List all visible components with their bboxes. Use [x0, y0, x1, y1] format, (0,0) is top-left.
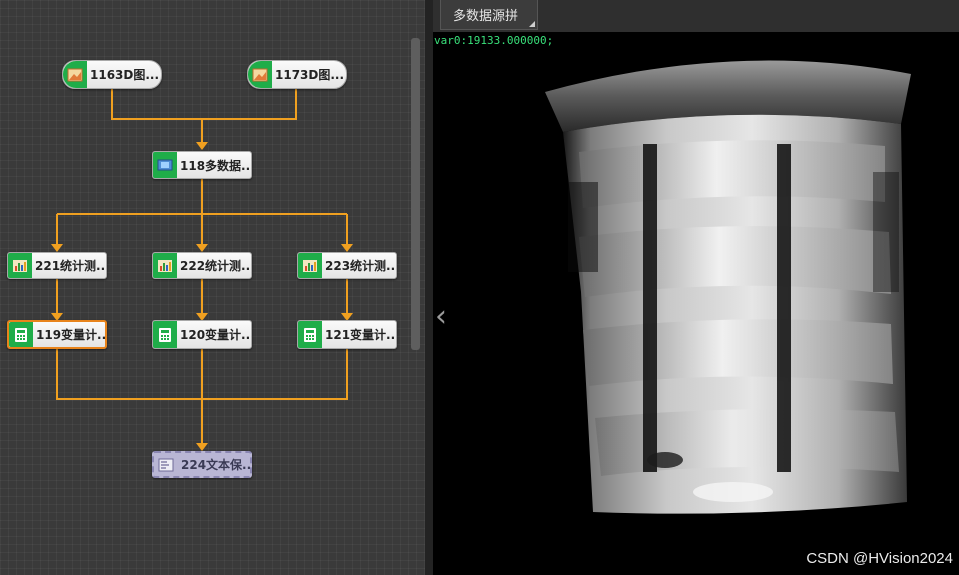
image-viewer[interactable]: 多数据源拼 var0:19133.000000; ‹ CSDN @HVision… [433, 0, 959, 575]
stats-chart-icon [153, 253, 177, 278]
prev-image-chevron-icon[interactable]: ‹ [435, 302, 447, 332]
stats-chart-icon [8, 253, 32, 278]
tab-label: 多数据源拼 [453, 9, 519, 24]
wire-116-117-merge [111, 88, 297, 120]
node-223-statistics[interactable]: 223统计测... [297, 252, 397, 279]
image-3d-icon [63, 61, 87, 88]
node-label: 222统计测... [180, 259, 251, 273]
node-label: 1163D图... [90, 68, 160, 82]
text-save-icon [154, 453, 178, 476]
node-117-3d-image[interactable]: 1173D图... [247, 60, 347, 89]
watermark: CSDN @HVision2024 [806, 550, 953, 567]
multi-source-icon [153, 152, 177, 178]
panel-splitter[interactable] [425, 0, 433, 575]
arrow-224 [196, 443, 208, 451]
calculator-icon [153, 321, 177, 348]
calculator-icon [298, 321, 322, 348]
stats-chart-icon [298, 253, 322, 278]
flow-canvas[interactable]: 1163D图... 1173D图... 118多数据... 221统计测... … [0, 0, 425, 575]
node-label: 120变量计... [180, 328, 251, 342]
arrow-223 [341, 244, 353, 252]
node-120-variable-calc[interactable]: 120变量计... [152, 320, 252, 349]
canvas-scrollbar[interactable] [411, 38, 420, 350]
node-label: 121变量计... [325, 328, 396, 342]
node-221-statistics[interactable]: 221统计测... [7, 252, 107, 279]
tab-multi-source-stitch[interactable]: 多数据源拼 [440, 0, 538, 30]
node-label: 223统计测... [325, 259, 396, 273]
node-116-3d-image[interactable]: 1163D图... [62, 60, 162, 89]
node-label: 118多数据... [180, 158, 251, 173]
node-118-multi-source[interactable]: 118多数据... [152, 151, 252, 179]
arrow-118 [196, 142, 208, 150]
arrow-222 [196, 244, 208, 252]
node-119-variable-calc[interactable]: 119变量计... [7, 320, 107, 349]
node-label: 119变量计... [36, 328, 105, 342]
part-ring-4 [595, 409, 899, 476]
node-label: 224文本保... [181, 458, 250, 472]
node-222-statistics[interactable]: 222统计测... [152, 252, 252, 279]
variable-readout: var0:19133.000000; [434, 34, 554, 47]
point-cloud-render [545, 60, 911, 514]
viewer-tab-bar: 多数据源拼 [433, 0, 959, 32]
tab-dropdown-icon[interactable] [529, 21, 535, 27]
node-label: 221统计测... [35, 259, 106, 273]
node-224-text-save[interactable]: 224文本保... [152, 451, 252, 478]
node-121-variable-calc[interactable]: 121变量计... [297, 320, 397, 349]
node-label: 1173D图... [275, 68, 345, 82]
calculator-icon [9, 322, 33, 347]
part-ring-3 [583, 319, 893, 386]
arrow-221 [51, 244, 63, 252]
flow-connections [51, 88, 353, 451]
image-3d-icon [248, 61, 272, 88]
